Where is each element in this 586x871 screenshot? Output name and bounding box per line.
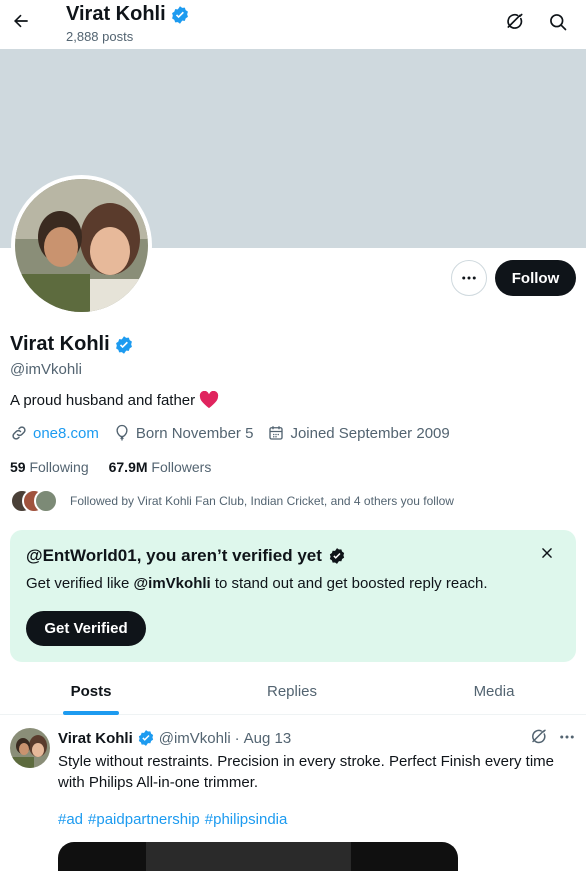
card-text-suffix: to stand out and get boosted reply reach… (210, 575, 488, 592)
following-stat[interactable]: 59 Following (10, 459, 89, 475)
post-author-name[interactable]: Virat Kohli (58, 730, 133, 747)
bio-text: A proud husband and father (10, 391, 196, 409)
following-count: 59 (10, 459, 26, 475)
joined-text: Joined September 2009 (290, 424, 450, 442)
post-hashtags: #ad #paidpartnership #philipsindia (58, 811, 287, 828)
get-verified-button[interactable]: Get Verified (26, 611, 146, 646)
search-icon[interactable] (546, 10, 570, 34)
heart-icon (200, 391, 219, 409)
card-title-text: @EntWorld01, you aren’t verified yet (26, 546, 322, 565)
birthday-text: Born November 5 (135, 424, 254, 442)
followed-by-text: Followed by Virat Kohli Fan Club, Indian… (70, 494, 454, 508)
posts-count: 2,888 posts (66, 29, 134, 44)
follower-avatars (10, 489, 60, 513)
profile-avatar[interactable] (11, 175, 152, 316)
media-image (146, 842, 351, 871)
calendar-icon (269, 426, 284, 440)
balloon-icon (116, 424, 128, 441)
verified-black-badge-icon (329, 548, 345, 564)
following-label: Following (29, 459, 89, 475)
close-icon[interactable] (538, 544, 556, 562)
card-text: Get verified like @imVkohli to stand out… (26, 575, 488, 592)
card-text-handle: @imVkohli (133, 575, 211, 592)
card-text-prefix: Get verified like (26, 575, 134, 592)
hashtag-link[interactable]: #paidpartnership (88, 811, 200, 828)
verified-badge-icon (138, 730, 153, 746)
grok-icon[interactable] (530, 728, 548, 746)
follower-avatar (34, 489, 58, 513)
post-media[interactable] (58, 842, 458, 871)
profile-tabs: Posts Replies Media (0, 668, 586, 715)
post-header: Virat Kohli @imVkohli · Aug 13 (58, 729, 291, 747)
follow-stats: 59 Following 67.9M Followers (10, 459, 211, 475)
more-options-button[interactable] (451, 260, 487, 296)
verified-badge-icon (171, 5, 188, 24)
hashtag-link[interactable]: #philipsindia (205, 811, 288, 828)
post-date[interactable]: Aug 13 (244, 730, 292, 747)
profile-handle: @imVkohli (10, 361, 82, 378)
tab-label: Media (473, 683, 515, 700)
avatar-photo (15, 179, 148, 312)
profile-name-row: Virat Kohli (10, 333, 134, 356)
followers-stat[interactable]: 67.9M Followers (109, 459, 212, 475)
followers-label: Followers (151, 459, 212, 475)
birthday-item: Born November 5 (113, 424, 254, 442)
grok-icon[interactable] (503, 10, 527, 34)
card-title: @EntWorld01, you aren’t verified yet (26, 546, 346, 566)
website-link[interactable]: one8.com (33, 425, 99, 442)
post-author-avatar[interactable] (10, 728, 50, 768)
hashtag-link[interactable]: #ad (58, 811, 83, 828)
post-separator: · (234, 729, 240, 747)
tab-posts[interactable]: Posts (0, 668, 182, 715)
follow-button[interactable]: Follow (495, 260, 576, 296)
post-actions (530, 728, 576, 746)
back-arrow-icon[interactable] (8, 8, 34, 34)
profile-bio: A proud husband and father (10, 391, 219, 409)
verified-badge-icon[interactable] (114, 335, 134, 355)
more-dots-icon (462, 276, 476, 280)
header-name: Virat Kohli (66, 3, 166, 25)
post-text: Style without restraints. Precision in e… (58, 753, 555, 791)
post-author-handle[interactable]: @imVkohli (159, 730, 231, 747)
followed-by-row[interactable]: Followed by Virat Kohli Fan Club, Indian… (10, 489, 454, 513)
tab-label: Replies (266, 683, 318, 700)
header-title: Virat Kohli (66, 3, 190, 26)
website-item[interactable]: one8.com (10, 424, 99, 442)
joined-item: Joined September 2009 (267, 424, 450, 442)
more-dots-icon[interactable] (558, 728, 576, 746)
post[interactable]: Virat Kohli @imVkohli · Aug 13 Style wit… (0, 716, 586, 871)
tab-media[interactable]: Media (402, 668, 586, 715)
tab-label: Posts (70, 683, 112, 700)
link-icon (12, 426, 26, 440)
verification-card: @EntWorld01, you aren’t verified yet Get… (10, 530, 576, 662)
top-bar: Virat Kohli 2,888 posts (0, 0, 586, 49)
tab-replies[interactable]: Replies (182, 668, 402, 715)
followers-count: 67.9M (108, 459, 148, 475)
profile-meta: one8.com Born November 5 Joined Septembe… (10, 424, 464, 442)
active-tab-indicator (63, 711, 119, 715)
profile-name: Virat Kohli (10, 333, 110, 355)
